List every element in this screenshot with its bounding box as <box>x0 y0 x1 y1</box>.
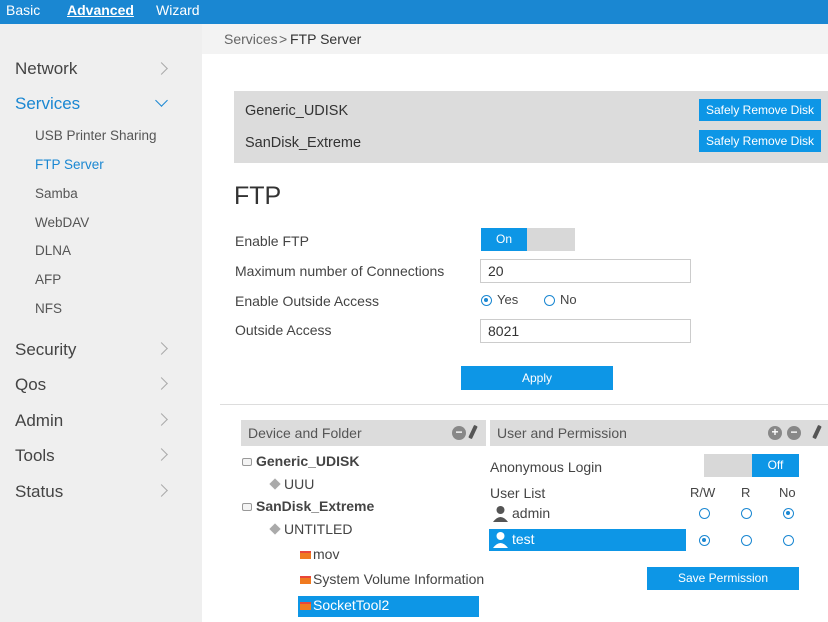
outside-port-label: Outside Access <box>235 322 332 338</box>
chevron-right-icon <box>155 377 168 390</box>
nav-advanced[interactable]: Advanced <box>67 2 134 18</box>
enable-ftp-label: Enable FTP <box>235 233 309 249</box>
sidebar-item-qos[interactable]: Qos <box>15 375 46 395</box>
sidebar-sub-nfs[interactable]: NFS <box>35 301 62 316</box>
tree-partition[interactable]: UUU <box>284 476 314 492</box>
toggle-off-state: Off <box>752 454 799 477</box>
tree-partition[interactable]: UNTITLED <box>284 521 352 537</box>
perm-no-radio[interactable] <box>783 508 794 519</box>
top-nav-bar: Basic Advanced Wizard <box>0 0 828 24</box>
sidebar-sub-webdav[interactable]: WebDAV <box>35 215 89 230</box>
tree-folder[interactable]: System Volume Information <box>313 571 484 587</box>
device-folder-header: Device and Folder − <box>241 420 486 446</box>
user-name: test <box>512 531 535 547</box>
disk-icon <box>242 458 252 466</box>
perm-r-radio[interactable] <box>741 508 752 519</box>
section-title: FTP <box>234 182 282 210</box>
disk-name: Generic_UDISK <box>245 103 349 119</box>
tree-disk[interactable]: SanDisk_Extreme <box>256 498 374 514</box>
breadcrumb-current: FTP Server <box>290 31 362 47</box>
safely-remove-disk-button[interactable]: Safely Remove Disk <box>699 99 821 121</box>
chevron-right-icon <box>155 484 168 497</box>
enable-ftp-toggle[interactable]: On <box>481 228 575 251</box>
user-row[interactable]: admin <box>490 503 685 524</box>
nav-basic[interactable]: Basic <box>6 2 40 18</box>
outside-no-radio[interactable] <box>544 295 555 306</box>
sidebar-sub-afp[interactable]: AFP <box>35 272 61 287</box>
disk-icon <box>242 503 252 511</box>
folder-icon <box>300 602 311 610</box>
folder-icon <box>300 576 311 584</box>
chevron-right-icon <box>155 342 168 355</box>
breadcrumb-parent[interactable]: Services <box>224 31 278 47</box>
breadcrumb-separator: > <box>279 31 288 47</box>
anonymous-login-label: Anonymous Login <box>490 459 603 475</box>
col-r-header: R <box>741 485 751 500</box>
col-rw-header: R/W <box>690 485 716 500</box>
outside-yes-label: Yes <box>497 292 519 307</box>
remove-icon[interactable]: − <box>787 426 801 440</box>
sidebar-item-status[interactable]: Status <box>15 482 63 502</box>
sidebar-sub-ftp-server[interactable]: FTP Server <box>35 157 104 172</box>
sidebar-item-services[interactable]: Services <box>15 94 80 114</box>
outside-port-input[interactable]: 8021 <box>480 319 691 343</box>
nav-wizard[interactable]: Wizard <box>156 2 200 18</box>
user-row-selected[interactable]: test <box>489 529 686 551</box>
add-icon[interactable]: + <box>768 426 782 440</box>
user-icon <box>493 506 508 522</box>
tree-folder[interactable]: mov <box>313 546 339 562</box>
sidebar-item-security[interactable]: Security <box>15 340 76 360</box>
partition-icon <box>269 523 281 535</box>
chevron-right-icon <box>155 413 168 426</box>
max-connections-label: Maximum number of Connections <box>235 263 445 279</box>
user-list-label: User List <box>490 485 546 501</box>
partition-icon <box>269 478 281 490</box>
chevron-right-icon <box>155 448 168 461</box>
remove-icon[interactable]: − <box>452 426 466 440</box>
chevron-down-icon <box>155 94 168 107</box>
col-no-header: No <box>779 485 796 500</box>
breadcrumb: Services > FTP Server <box>202 24 828 54</box>
chevron-right-icon <box>155 62 168 75</box>
user-name: admin <box>512 505 551 521</box>
perm-rw-radio[interactable] <box>699 535 710 546</box>
device-folder-title: Device and Folder <box>248 425 362 441</box>
outside-yes-radio[interactable] <box>481 295 492 306</box>
anonymous-login-toggle[interactable]: Off <box>704 454 799 477</box>
tree-folder: SocketTool2 <box>313 597 390 613</box>
tree-disk[interactable]: Generic_UDISK <box>256 453 359 469</box>
sidebar: Network Services USB Printer Sharing FTP… <box>0 24 202 622</box>
outside-access-label: Enable Outside Access <box>235 293 379 309</box>
outside-no-label: No <box>560 292 577 307</box>
user-permission-title: User and Permission <box>497 425 627 441</box>
perm-rw-radio[interactable] <box>699 508 710 519</box>
perm-r-radio[interactable] <box>741 535 752 546</box>
edit-icon[interactable] <box>812 424 822 440</box>
divider <box>220 404 828 405</box>
folder-icon <box>300 551 311 559</box>
sidebar-item-admin[interactable]: Admin <box>15 411 63 431</box>
sidebar-item-tools[interactable]: Tools <box>15 446 55 466</box>
sidebar-item-network[interactable]: Network <box>15 59 77 79</box>
sidebar-sub-samba[interactable]: Samba <box>35 186 78 201</box>
disk-list: Generic_UDISK Safely Remove Disk SanDisk… <box>234 91 828 163</box>
perm-no-radio[interactable] <box>783 535 794 546</box>
max-connections-input[interactable]: 20 <box>480 259 691 283</box>
user-icon <box>493 532 508 548</box>
safely-remove-disk-button[interactable]: Safely Remove Disk <box>699 130 821 152</box>
disk-name: SanDisk_Extreme <box>245 135 362 151</box>
sidebar-sub-dlna[interactable]: DLNA <box>35 243 71 258</box>
user-permission-header: User and Permission + − <box>490 420 828 446</box>
toggle-on-state: On <box>481 228 527 251</box>
sidebar-sub-usb-printer[interactable]: USB Printer Sharing <box>35 128 157 143</box>
edit-icon[interactable] <box>468 424 478 440</box>
apply-button[interactable]: Apply <box>461 366 613 390</box>
tree-folder-selected[interactable]: SocketTool2 <box>298 596 479 617</box>
save-permission-button[interactable]: Save Permission <box>647 567 799 590</box>
